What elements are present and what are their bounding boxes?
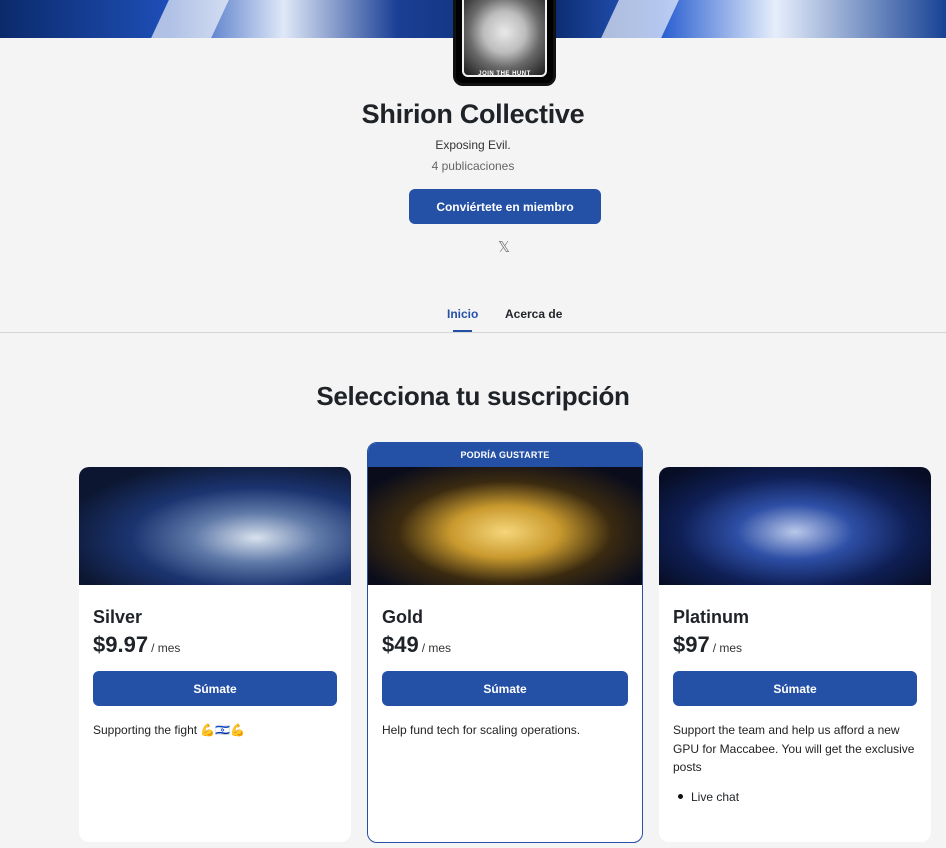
banner-decoration [601, 0, 679, 38]
creator-avatar: JOIN THE HUNT [453, 0, 556, 86]
tier-card-silver: Silver $9.97 / mes Súmate Supporting the… [79, 467, 351, 842]
join-gold-button[interactable]: Súmate [382, 671, 628, 706]
join-platinum-button[interactable]: Súmate [673, 671, 917, 706]
join-silver-button[interactable]: Súmate [93, 671, 337, 706]
tier-description: Supporting the fight 💪🇮🇱💪 [93, 723, 246, 737]
tier-card-gold: PODRÍA GUSTARTE Gold $49 / mes Súmate He… [367, 442, 643, 843]
tier-name: Platinum [673, 607, 750, 627]
tier-image-gold [368, 467, 642, 585]
tier-description: Help fund tech for scaling operations. [382, 723, 581, 737]
benefit-label: Live chat [691, 789, 740, 804]
active-tab-indicator [453, 330, 472, 332]
benefit-list: Live chat [673, 790, 917, 804]
tab-bar: Inicio Acerca de [0, 306, 946, 333]
benefit-item: Live chat [673, 790, 917, 804]
tier-period: / mes [151, 641, 181, 655]
tier-price: $49 [382, 632, 419, 657]
tier-card-platinum: Platinum $97 / mes Súmate Support the te… [659, 467, 931, 842]
x-logo-icon[interactable]: 𝕏 [496, 240, 512, 256]
post-count: 4 publicaciones [431, 159, 515, 173]
tier-description: Support the team and help us afford a ne… [673, 723, 915, 774]
lion-emblem-image [462, 0, 547, 77]
tier-image-silver [79, 467, 351, 585]
tier-image-platinum [659, 467, 931, 585]
tab-inicio[interactable]: Inicio [447, 307, 478, 321]
creator-name: Shirion Collective [361, 99, 585, 129]
avatar-caption: JOIN THE HUNT [478, 71, 531, 77]
recommended-badge: PODRÍA GUSTARTE [368, 443, 642, 467]
tier-period: / mes [712, 641, 743, 655]
tab-acerca-de[interactable]: Acerca de [505, 307, 562, 321]
creator-tagline: Exposing Evil. [435, 138, 511, 152]
tier-price: $97 [673, 632, 710, 657]
banner-decoration [151, 0, 229, 38]
section-title: Selecciona tu suscripción [316, 381, 630, 411]
tier-name: Gold [382, 607, 423, 627]
tier-price: $9.97 [93, 632, 149, 657]
bullet-icon [678, 794, 683, 799]
tier-name: Silver [93, 607, 143, 627]
tier-period: / mes [421, 641, 452, 655]
become-member-button[interactable]: Conviértete en miembro [409, 189, 601, 224]
